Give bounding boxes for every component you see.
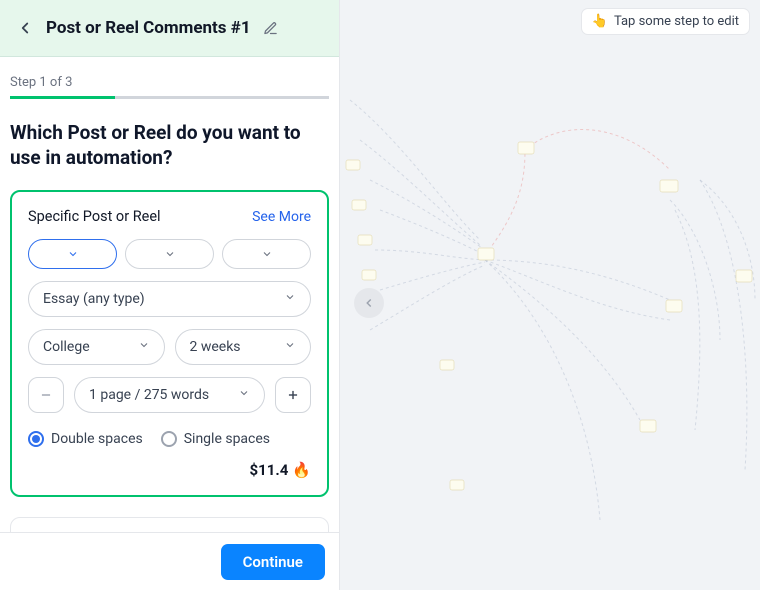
step-label: Step 1 of 3 bbox=[10, 75, 329, 90]
pill-option-1[interactable] bbox=[28, 239, 117, 269]
question-heading: Which Post or Reel do you want to use in… bbox=[10, 121, 329, 170]
flame-icon: 🔥 bbox=[292, 461, 311, 479]
radio-dot-icon bbox=[28, 431, 44, 447]
card-specific-post[interactable]: Specific Post or Reel See More Essay (an… bbox=[10, 190, 329, 497]
pages-select[interactable]: 1 page / 275 words bbox=[74, 377, 265, 413]
pill-option-2[interactable] bbox=[125, 239, 214, 269]
sidebar: Post or Reel Comments #1 Step 1 of 3 Whi… bbox=[0, 0, 340, 590]
deadline-value: 2 weeks bbox=[190, 339, 241, 355]
chevron-down-icon bbox=[284, 291, 296, 307]
spacing-radiogroup: Double spaces Single spaces bbox=[28, 431, 311, 447]
essay-type-value: Essay (any type) bbox=[43, 291, 145, 307]
top-pill-row bbox=[28, 239, 311, 269]
pill-option-3[interactable] bbox=[222, 239, 311, 269]
chevron-down-icon bbox=[238, 387, 250, 403]
sidebar-header: Post or Reel Comments #1 bbox=[0, 0, 339, 57]
pages-increment[interactable] bbox=[275, 377, 311, 413]
deadline-select[interactable]: 2 weeks bbox=[175, 329, 312, 365]
pages-value: 1 page / 275 words bbox=[89, 387, 209, 403]
card-head: Specific Post or Reel See More bbox=[28, 208, 311, 225]
sidebar-scroll[interactable]: Step 1 of 3 Which Post or Reel do you wa… bbox=[0, 57, 339, 532]
pages-decrement[interactable] bbox=[28, 377, 64, 413]
radio-single-spaces[interactable]: Single spaces bbox=[161, 431, 270, 447]
flow-graph bbox=[340, 0, 760, 590]
level-select[interactable]: College bbox=[28, 329, 165, 365]
see-more-link[interactable]: See More bbox=[252, 209, 311, 225]
radio-dot-icon bbox=[161, 431, 177, 447]
radio-label: Double spaces bbox=[51, 431, 143, 447]
price-value: $11.4 bbox=[250, 461, 289, 479]
page-title: Post or Reel Comments #1 bbox=[46, 18, 251, 38]
back-icon[interactable] bbox=[16, 19, 34, 37]
card-title: Specific Post or Reel bbox=[28, 208, 161, 225]
flow-canvas[interactable]: 👆 Tap some step to edit bbox=[340, 0, 760, 590]
level-value: College bbox=[43, 339, 90, 355]
pencil-icon[interactable] bbox=[263, 21, 278, 36]
chevron-down-icon bbox=[138, 339, 150, 355]
essay-type-select[interactable]: Essay (any type) bbox=[28, 281, 311, 317]
price-row: $11.4 🔥 bbox=[28, 461, 311, 479]
radio-double-spaces[interactable]: Double spaces bbox=[28, 431, 143, 447]
continue-button[interactable]: Continue bbox=[221, 544, 325, 580]
step-progress bbox=[10, 96, 329, 99]
radio-label: Single spaces bbox=[184, 431, 270, 447]
card-all-posts[interactable]: All Posts or Reels PRO bbox=[10, 517, 329, 532]
chevron-down-icon bbox=[284, 339, 296, 355]
sidebar-footer: Continue bbox=[0, 532, 339, 590]
